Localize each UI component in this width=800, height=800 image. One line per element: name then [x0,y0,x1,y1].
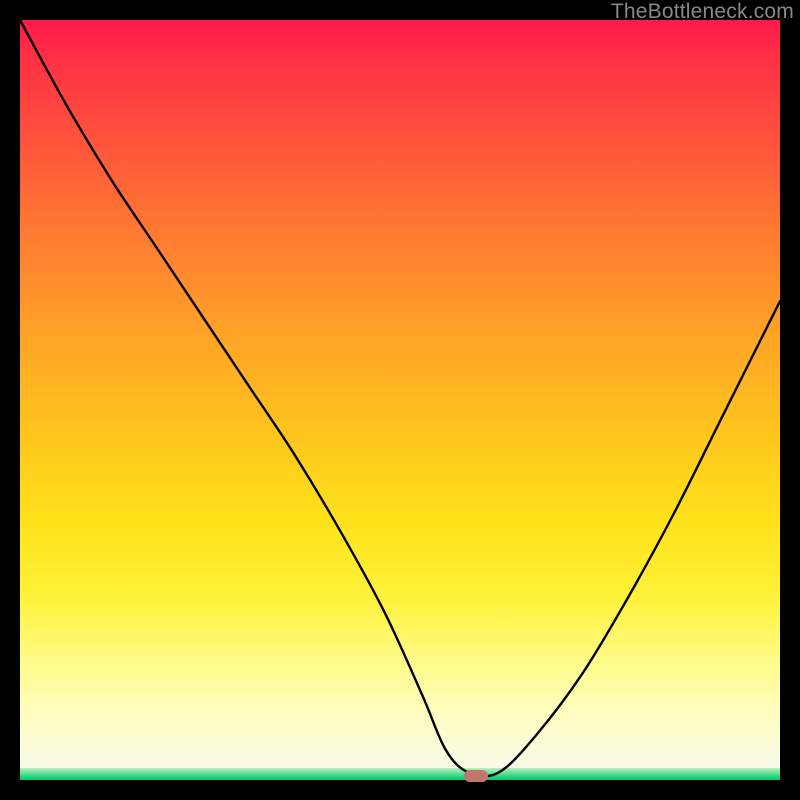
chart-frame: TheBottleneck.com [0,0,800,800]
plot-area [20,20,780,780]
bottleneck-curve [20,20,780,780]
optimal-marker [464,770,488,782]
